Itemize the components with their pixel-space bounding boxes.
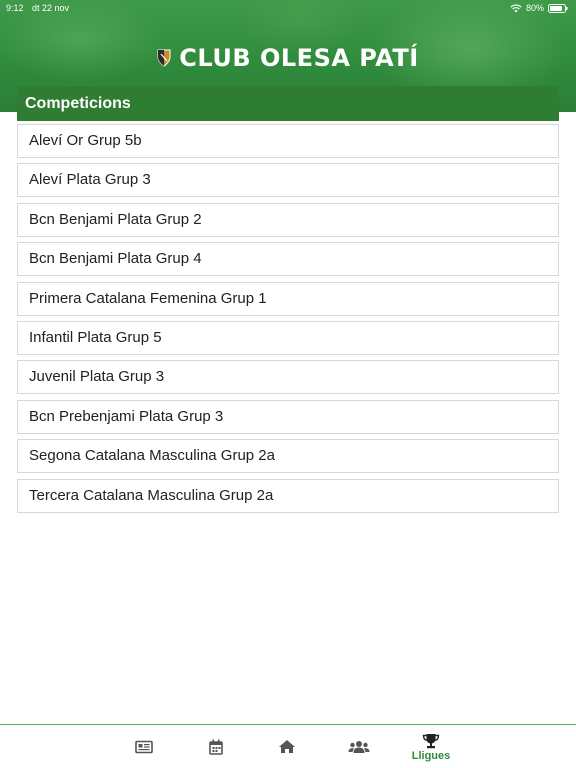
competition-item[interactable]: Bcn Benjami Plata Grup 4: [17, 242, 559, 277]
brand-title: CLUB OLESA PATÍ: [179, 44, 419, 72]
competition-item[interactable]: Infantil Plata Grup 5: [17, 320, 559, 355]
tab-team[interactable]: [334, 725, 384, 768]
battery-icon: [548, 3, 568, 13]
competition-item[interactable]: Bcn Prebenjami Plata Grup 3: [17, 399, 559, 434]
tab-calendar[interactable]: [191, 725, 241, 768]
competition-item[interactable]: Aleví Or Grup 5b: [17, 124, 559, 158]
status-date: dt 22 nov: [32, 3, 70, 13]
competition-item[interactable]: Tercera Catalana Masculina Grup 2a: [17, 478, 559, 513]
competition-item[interactable]: Aleví Plata Grup 3: [17, 163, 559, 198]
status-time: 9:12: [6, 3, 24, 13]
competition-list: Aleví Or Grup 5b Aleví Plata Grup 3 Bcn Be…: [17, 124, 559, 518]
tab-lligues-label: Lligues: [411, 749, 451, 762]
news-icon: [135, 740, 153, 754]
status-indicators: 80%: [510, 0, 568, 16]
tab-bar: Lligues: [0, 724, 576, 768]
brand: CLUB OLESA PATÍ: [0, 42, 576, 74]
section-title: Competicions: [17, 86, 559, 121]
tab-news[interactable]: [119, 725, 169, 768]
trophy-icon: [422, 733, 440, 749]
competition-item[interactable]: Segona Catalana Masculina Grup 2a: [17, 439, 559, 474]
tab-home[interactable]: [262, 725, 312, 768]
club-shield-icon: [157, 49, 171, 67]
tab-lligues[interactable]: Lligues: [406, 725, 456, 768]
team-icon: [348, 740, 370, 754]
calendar-icon: [209, 739, 223, 755]
competition-item[interactable]: Primera Catalana Femenina Grup 1: [17, 281, 559, 316]
wifi-icon: [510, 3, 522, 13]
competition-item[interactable]: Bcn Benjami Plata Grup 2: [17, 202, 559, 237]
status-bar: 9:12 dt 22 nov 80%: [0, 0, 576, 16]
competition-item[interactable]: Juvenil Plata Grup 3: [17, 360, 559, 395]
home-icon: [278, 739, 296, 754]
battery-percent: 80%: [525, 3, 544, 13]
